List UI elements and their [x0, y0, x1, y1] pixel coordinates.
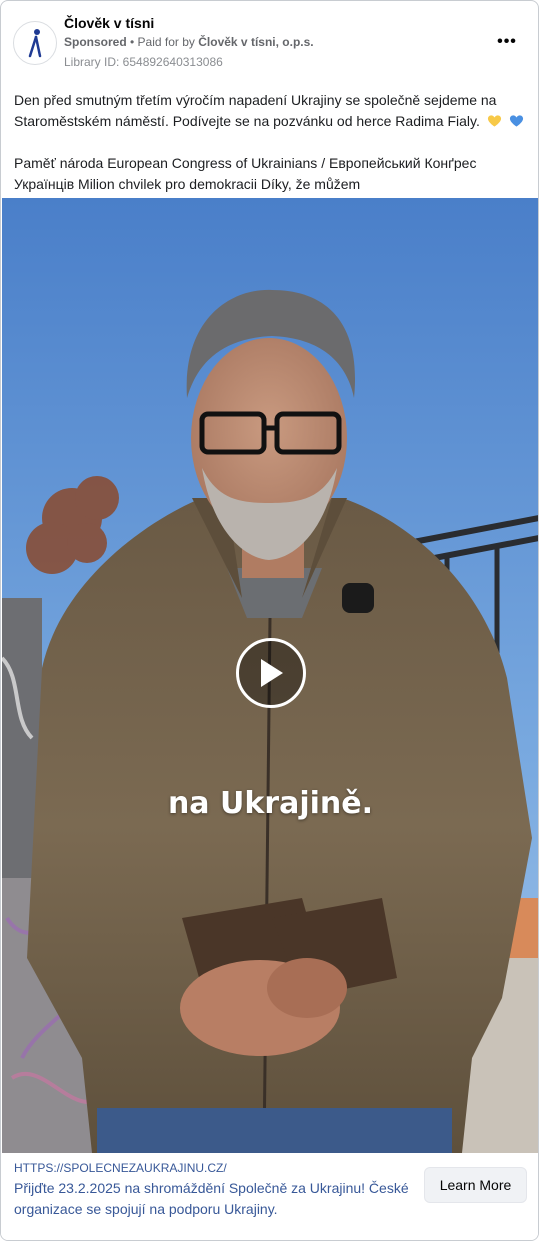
page-avatar[interactable]: [13, 21, 57, 65]
blue-heart-icon: [509, 115, 523, 127]
link-title[interactable]: Přijďte 23.2.2025 na shromáždění Společn…: [14, 1178, 414, 1220]
video-player[interactable]: na Ukrajině.: [2, 198, 538, 1153]
ad-body-text: Den před smutným třetím výročím napadení…: [14, 90, 529, 195]
organization-logo-icon: [28, 29, 42, 58]
ad-text-line-1: Den před smutným třetím výročím napadení…: [14, 92, 497, 129]
sponsored-line: Sponsored • Paid for by Člověk v tísni, …: [64, 35, 314, 49]
link-preview-footer[interactable]: HTTPS://SPOLECNEZAUKRAJINU.CZ/ Přijďte 2…: [1, 1153, 538, 1240]
play-button[interactable]: [236, 638, 306, 708]
page-name[interactable]: Člověk v tísni: [64, 15, 154, 31]
play-icon: [261, 659, 283, 687]
more-options-button[interactable]: •••: [491, 31, 523, 53]
ad-text-paragraph-2: Paměť národa European Congress of Ukrain…: [14, 155, 477, 192]
link-url[interactable]: HTTPS://SPOLECNEZAUKRAJINU.CZ/: [14, 1161, 227, 1175]
ad-header: Člověk v tísni Sponsored • Paid for by Č…: [1, 1, 538, 77]
library-id: Library ID: 654892640313086: [64, 55, 223, 69]
video-caption: na Ukrajině.: [167, 786, 374, 821]
sponsored-label: Sponsored: [64, 35, 127, 49]
yellow-heart-icon: [487, 115, 501, 127]
ad-card: Člověk v tísni Sponsored • Paid for by Č…: [0, 0, 539, 1241]
paid-for-label: • Paid for by: [126, 35, 199, 49]
payer-name[interactable]: Člověk v tísni, o.p.s.: [198, 35, 313, 49]
ad-text-paragraph-1: Den před smutným třetím výročím napadení…: [14, 90, 529, 132]
learn-more-button[interactable]: Learn More: [424, 1167, 527, 1203]
